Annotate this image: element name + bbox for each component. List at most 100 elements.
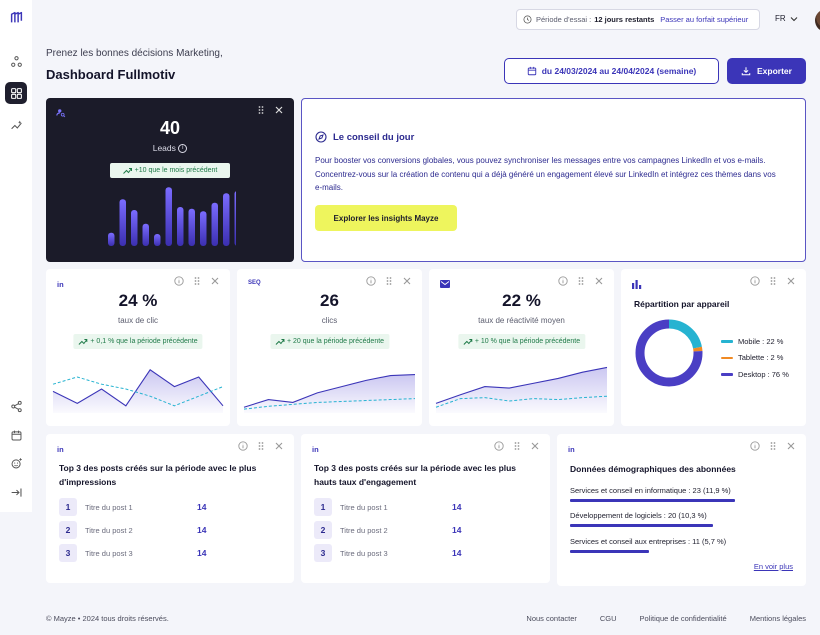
info-icon[interactable] xyxy=(750,441,760,451)
info-icon[interactable] xyxy=(750,276,760,286)
mayze-logo-icon[interactable] xyxy=(5,6,27,28)
kpi-value: 26 xyxy=(320,291,339,310)
device-legend: Mobile : 22 % Tablette : 2 % Desktop : 7… xyxy=(721,333,789,383)
kpi-sparkline xyxy=(52,369,224,413)
footer-link-contact[interactable]: Nous contacter xyxy=(526,614,576,623)
drag-handle-icon[interactable] xyxy=(256,441,266,451)
export-label: Exporter xyxy=(757,66,792,76)
posts-title: Top 3 des posts créés sur la période ave… xyxy=(314,463,517,487)
leads-bar xyxy=(223,193,230,246)
info-icon[interactable] xyxy=(494,441,504,451)
collapse-arrow-icon[interactable] xyxy=(5,481,27,503)
legend-swatch xyxy=(721,340,733,343)
close-icon[interactable] xyxy=(786,276,796,286)
list-item[interactable]: 3 Titre du post 3 14 xyxy=(59,544,259,562)
leads-bar xyxy=(119,199,126,246)
info-icon[interactable] xyxy=(558,276,568,286)
list-item[interactable]: 2 Titre du post 2 14 xyxy=(314,521,514,539)
close-icon[interactable] xyxy=(594,276,604,286)
trend-up-icon xyxy=(275,338,284,345)
leads-bar-chart xyxy=(108,187,236,246)
drag-handle-icon[interactable] xyxy=(512,441,522,451)
trial-prefix: Période d'essai : xyxy=(536,15,592,24)
drag-handle-icon[interactable] xyxy=(576,276,586,286)
calendar-icon[interactable] xyxy=(5,424,27,446)
drag-handle-icon[interactable] xyxy=(192,276,202,286)
demographic-label: Services et conseil aux entreprises : 11… xyxy=(570,537,727,546)
list-item[interactable]: 1 Titre du post 1 14 xyxy=(59,498,259,516)
device-donut-chart xyxy=(635,319,703,387)
kpi-label: taux de clic xyxy=(117,316,159,325)
post-title: Titre du post 1 xyxy=(85,502,133,512)
close-icon[interactable] xyxy=(530,441,540,451)
footer-links: Nous contacter CGU Politique de confiden… xyxy=(526,614,806,623)
sparkline-area xyxy=(244,374,415,413)
post-value: 14 xyxy=(197,525,207,535)
kpi-trend-badge: + 20 que la période précédente xyxy=(269,334,390,349)
kpi-trend-badge: + 10 % que la période précédente xyxy=(457,334,586,349)
nodes-icon[interactable] xyxy=(5,50,27,72)
explore-insights-button[interactable]: Explorer les insights Mayze xyxy=(315,205,457,231)
tip-body: Pour booster vos conversions globales, v… xyxy=(315,156,776,192)
emoji-add-icon[interactable] xyxy=(5,452,27,474)
list-item[interactable]: 2 Titre du post 2 14 xyxy=(59,521,259,539)
compass-icon xyxy=(315,131,327,143)
close-icon[interactable] xyxy=(210,276,220,286)
tip-card: Le conseil du jour Pour booster vos conv… xyxy=(301,98,806,262)
device-title: Répartition par appareil xyxy=(634,299,730,309)
list-item[interactable]: 3 Titre du post 3 14 xyxy=(314,544,514,562)
kpi-trend-text: + 0,1 % que la période précédente xyxy=(90,338,198,345)
date-range-picker[interactable]: du 24/03/2024 au 24/04/2024 (semaine) xyxy=(504,58,719,84)
clock-icon xyxy=(523,15,532,24)
language-selector[interactable]: FR xyxy=(775,14,798,23)
close-icon[interactable] xyxy=(786,441,796,451)
legend-label: Mobile : 22 % xyxy=(738,336,784,346)
close-icon[interactable] xyxy=(402,276,412,286)
close-icon[interactable] xyxy=(274,441,284,451)
export-button[interactable]: Exporter xyxy=(727,58,806,84)
post-value: 14 xyxy=(452,525,462,535)
post-rank: 2 xyxy=(59,521,77,539)
kpi-sparkline xyxy=(243,374,416,413)
sparkle-chart-icon[interactable] xyxy=(5,114,27,136)
post-rank: 2 xyxy=(314,521,332,539)
legend-item: Mobile : 22 % xyxy=(721,333,789,350)
kpi-card-reactivity: 22 % taux de réactivité moyen + 10 % que… xyxy=(429,269,614,426)
demographic-bar xyxy=(570,550,650,553)
sidebar xyxy=(0,0,32,512)
linkedin-icon: in xyxy=(568,445,575,454)
share-icon[interactable] xyxy=(5,395,27,417)
close-icon[interactable] xyxy=(274,105,284,115)
footer-link-legal[interactable]: Mentions légales xyxy=(750,614,806,623)
info-icon[interactable] xyxy=(366,276,376,286)
leads-bar xyxy=(131,210,138,246)
see-more-link[interactable]: En voir plus xyxy=(754,562,793,571)
footer-link-cgu[interactable]: CGU xyxy=(600,614,617,623)
linkedin-icon: in xyxy=(57,280,64,289)
info-icon[interactable]: i xyxy=(178,144,188,154)
post-value: 14 xyxy=(197,502,207,512)
avatar[interactable] xyxy=(815,9,820,32)
list-item[interactable]: 1 Titre du post 1 14 xyxy=(314,498,514,516)
top-bar: Période d'essai : 12 jours restants Pass… xyxy=(32,0,820,42)
post-value: 14 xyxy=(452,548,462,558)
leads-label-text: Leads xyxy=(152,143,176,153)
greeting: Prenez les bonnes décisions Marketing, xyxy=(46,48,223,59)
leads-bar xyxy=(142,223,149,246)
legend-item: Tablette : 2 % xyxy=(721,350,789,367)
trend-up-icon xyxy=(122,167,132,174)
info-icon[interactable] xyxy=(174,276,184,286)
info-icon[interactable] xyxy=(238,441,248,451)
drag-handle-icon[interactable] xyxy=(768,276,778,286)
drag-handle-icon[interactable] xyxy=(768,441,778,451)
date-range-label: du 24/03/2024 au 24/04/2024 (semaine) xyxy=(541,66,697,76)
demographic-bar xyxy=(570,499,735,502)
footer-link-privacy[interactable]: Politique de confidentialité xyxy=(640,614,727,623)
upgrade-link[interactable]: Passer au forfait supérieur xyxy=(660,15,748,24)
drag-handle-icon[interactable] xyxy=(384,276,394,286)
kpi-value: 24 % xyxy=(118,291,158,310)
post-rank: 3 xyxy=(314,544,332,562)
trend-up-icon xyxy=(78,338,88,345)
drag-handle-icon[interactable] xyxy=(256,105,266,115)
dashboard-grid-icon[interactable] xyxy=(5,82,27,104)
